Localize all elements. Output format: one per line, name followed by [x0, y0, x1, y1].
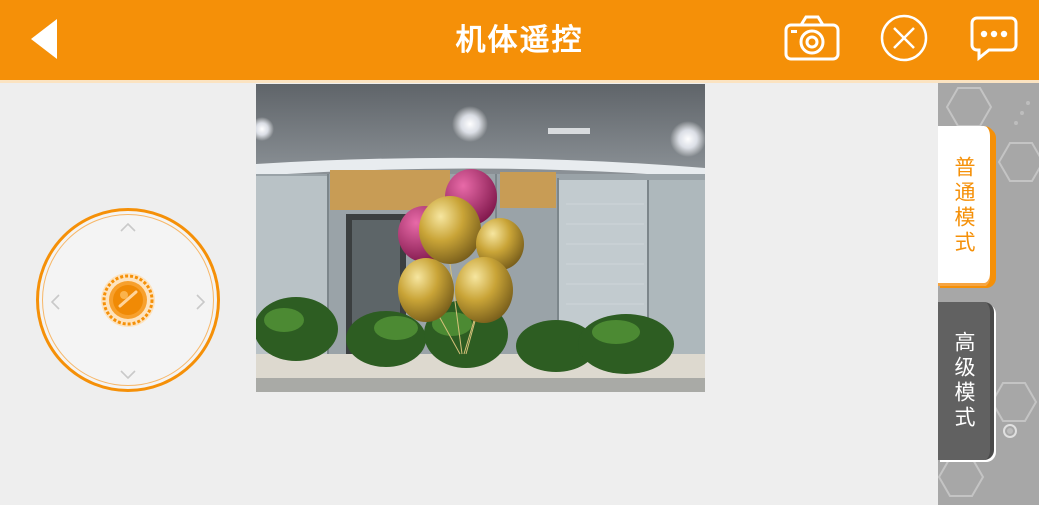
chevron-right-icon[interactable]: [188, 290, 212, 314]
tab-normal-mode[interactable]: 普通模式: [938, 126, 994, 286]
capture-photo-button[interactable]: [780, 14, 844, 66]
chevron-up-icon[interactable]: [116, 216, 140, 240]
chat-bubble-icon: [969, 14, 1019, 66]
tab-advanced-mode[interactable]: 高级模式: [938, 302, 994, 460]
joystick-knob[interactable]: [100, 272, 156, 328]
header-divider: [0, 80, 1039, 83]
chevron-down-icon[interactable]: [116, 362, 140, 386]
close-circle-icon: [879, 13, 929, 67]
close-button[interactable]: [876, 14, 932, 66]
chevron-left-small-icon[interactable]: [44, 290, 68, 314]
back-button[interactable]: [22, 18, 66, 64]
camera-icon: [783, 14, 841, 66]
message-button[interactable]: [966, 14, 1022, 66]
normal-mode-label: 普通模式: [952, 156, 976, 256]
camera-video-feed: [256, 84, 705, 392]
advanced-mode-label: 高级模式: [952, 331, 976, 431]
chevron-left-icon: [27, 17, 61, 65]
direction-joystick[interactable]: [36, 208, 220, 392]
